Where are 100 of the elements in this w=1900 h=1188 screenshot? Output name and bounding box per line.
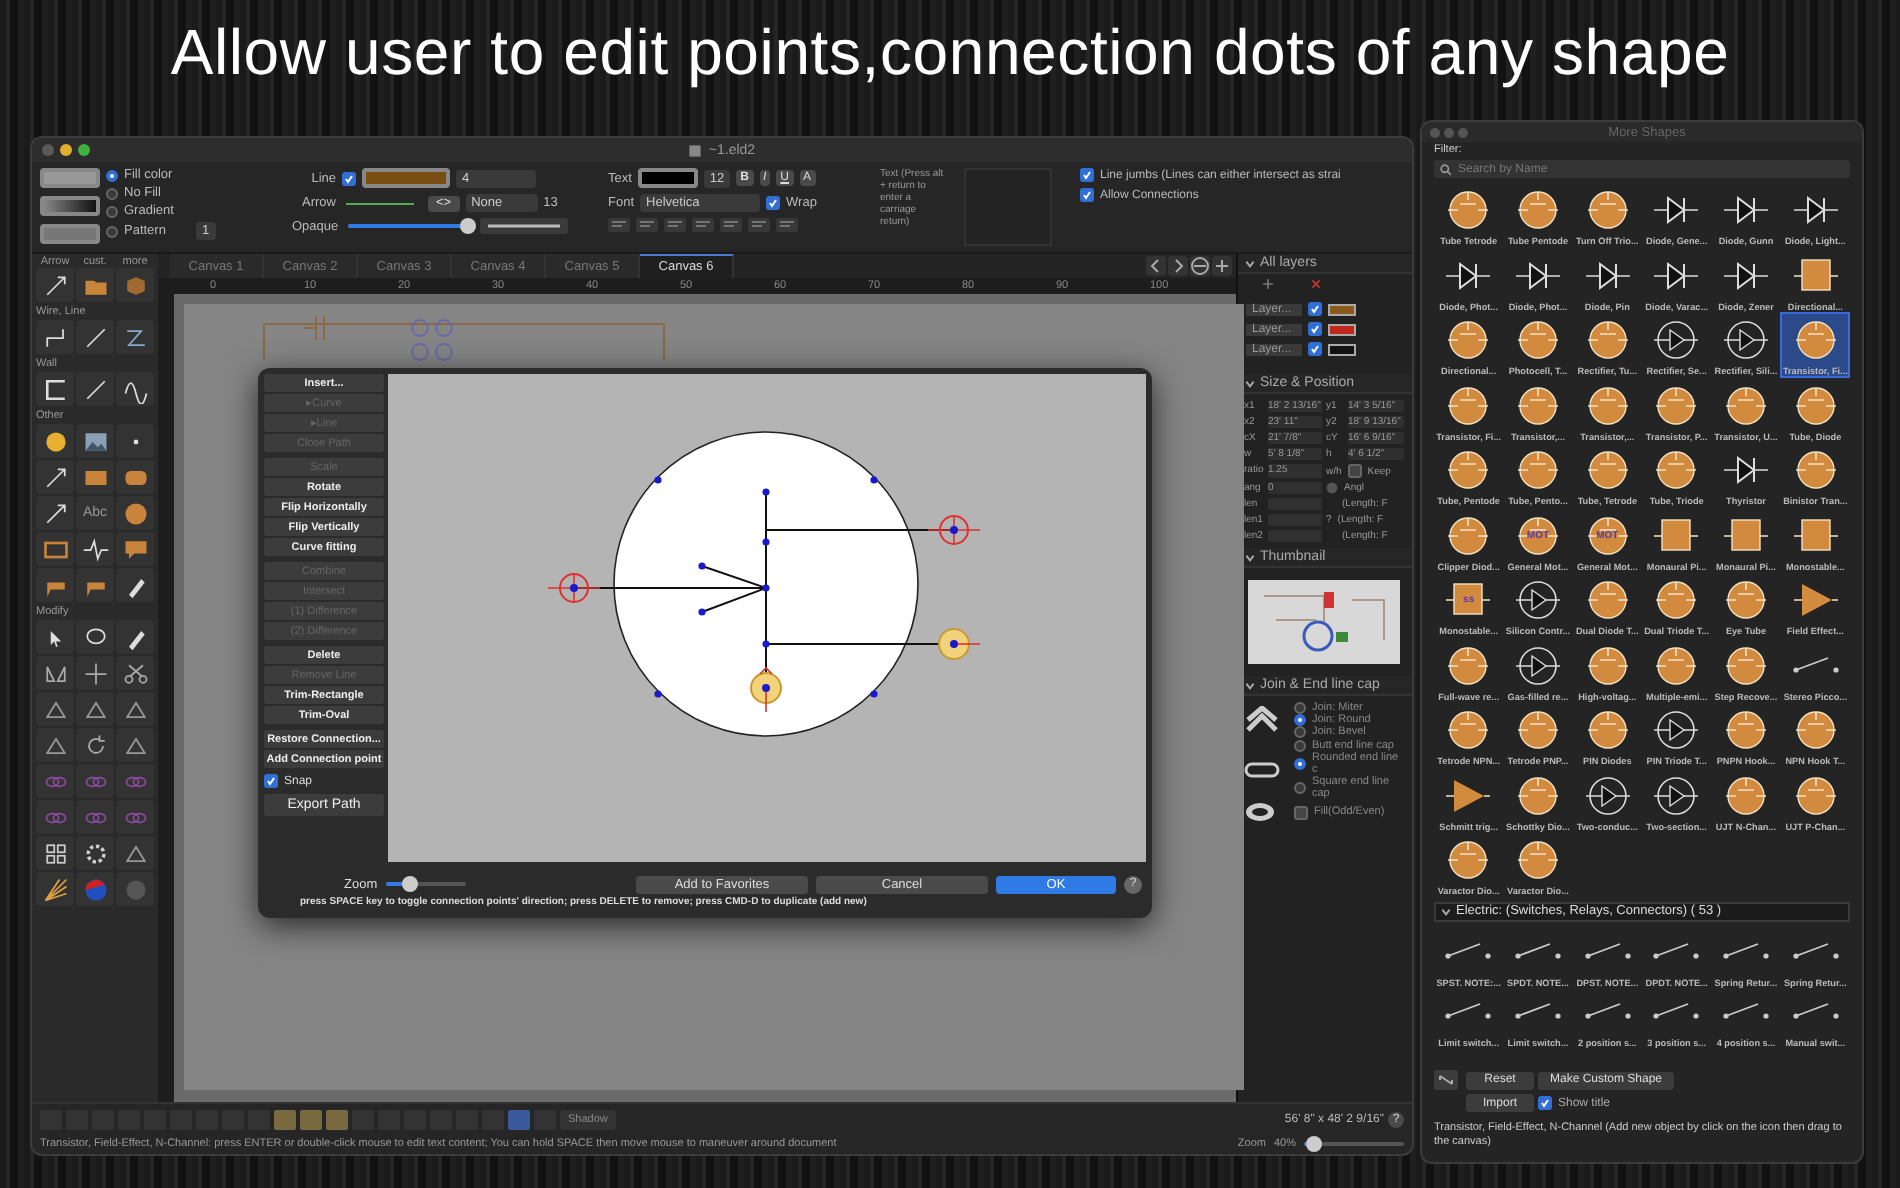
pattern-swatch[interactable] — [40, 224, 100, 244]
toolbar-button[interactable] — [508, 1109, 530, 1129]
radio-button[interactable] — [1294, 782, 1306, 794]
caret-icon[interactable] — [1244, 377, 1256, 389]
line-tool[interactable] — [76, 372, 114, 406]
back-icon[interactable] — [1146, 256, 1166, 276]
radio-button[interactable] — [1294, 758, 1306, 770]
angle-knob[interactable] — [1326, 482, 1338, 494]
lasso-tool[interactable] — [76, 620, 114, 654]
gradient-swatch[interactable] — [40, 196, 100, 216]
zigzag-line-tool[interactable] — [116, 320, 154, 354]
checkbox[interactable] — [342, 171, 356, 185]
align-right-button[interactable] — [664, 218, 686, 232]
delete-layer-icon[interactable] — [1310, 278, 1322, 290]
pen-tool[interactable] — [116, 620, 154, 654]
line-color-swatch[interactable] — [362, 168, 450, 188]
radio-button[interactable] — [106, 205, 118, 217]
checkbox[interactable] — [1308, 342, 1322, 356]
modify-tool[interactable] — [116, 836, 154, 870]
minimize-button[interactable] — [60, 144, 72, 156]
arrow-tool[interactable] — [36, 268, 74, 302]
modify-tool[interactable] — [116, 692, 154, 726]
scissors-tool[interactable] — [116, 656, 154, 690]
layer-color-swatch[interactable] — [1328, 323, 1356, 335]
radio-button[interactable] — [1294, 714, 1306, 726]
gear-icon — [81, 839, 109, 867]
add-layer-icon[interactable] — [1262, 278, 1274, 290]
checkbox[interactable] — [1080, 188, 1094, 202]
align-center-button[interactable] — [636, 218, 658, 232]
checkbox[interactable] — [1294, 805, 1308, 819]
align-left-button[interactable] — [608, 218, 630, 232]
box-tool[interactable] — [116, 268, 154, 302]
line-tool[interactable] — [76, 320, 114, 354]
radio-button[interactable] — [106, 225, 118, 237]
checkbox[interactable] — [1538, 1096, 1552, 1110]
resize-button[interactable] — [1434, 1070, 1458, 1090]
modify-tool[interactable] — [36, 728, 74, 762]
slider-thumb[interactable] — [401, 876, 418, 892]
zoom-button[interactable] — [78, 144, 90, 156]
folder-tool[interactable] — [76, 268, 114, 302]
move-tool[interactable] — [76, 656, 114, 690]
checkbox[interactable] — [1080, 168, 1094, 182]
justify-button[interactable] — [692, 218, 714, 232]
checkbox[interactable] — [1347, 464, 1362, 478]
valign-top-button[interactable] — [720, 218, 742, 232]
slider-thumb[interactable] — [1306, 1136, 1322, 1152]
select-tool[interactable] — [36, 620, 74, 654]
text-color-swatch[interactable] — [637, 168, 698, 188]
layer-color-swatch[interactable] — [1328, 303, 1356, 315]
dot-tool[interactable] — [116, 424, 154, 458]
caret-icon[interactable] — [1244, 679, 1256, 691]
grid-tool[interactable] — [36, 836, 74, 870]
radio-button[interactable] — [106, 187, 118, 199]
fill-color-swatch[interactable] — [40, 168, 100, 188]
dot-icon — [131, 437, 139, 445]
modify-tool[interactable] — [76, 692, 114, 726]
line-style-dropdown[interactable] — [480, 218, 568, 234]
caret-icon[interactable] — [1440, 905, 1452, 917]
transistor-drawing[interactable] — [547, 431, 981, 737]
caret-icon[interactable] — [1244, 257, 1256, 269]
rectangle-tool[interactable] — [76, 460, 114, 494]
checkbox[interactable] — [1308, 322, 1322, 336]
rotate-tool[interactable] — [76, 728, 114, 762]
callout-tool[interactable] — [116, 532, 154, 566]
pen-tool[interactable] — [116, 568, 154, 602]
zoom-out-icon[interactable] — [1190, 256, 1210, 276]
caret-icon[interactable] — [1244, 551, 1256, 563]
radio-button[interactable] — [106, 169, 118, 181]
circle-tool[interactable] — [116, 496, 154, 530]
arrow-tool[interactable] — [36, 496, 74, 530]
toolbar-button[interactable] — [300, 1109, 322, 1129]
checkbox[interactable] — [1308, 302, 1322, 316]
radio-button[interactable] — [1294, 740, 1306, 752]
arrow-tool[interactable] — [36, 460, 74, 494]
grid-icon — [41, 839, 69, 867]
checkbox[interactable] — [766, 196, 781, 210]
layer-color-swatch[interactable] — [1328, 343, 1356, 355]
image-icon — [81, 427, 109, 455]
elbow-line-tool[interactable] — [36, 320, 74, 354]
gear-tool[interactable] — [76, 836, 114, 870]
label-tool[interactable] — [76, 568, 114, 602]
wave-tool[interactable] — [116, 372, 154, 406]
radio-button[interactable] — [1294, 702, 1306, 714]
rounded-rectangle-tool[interactable] — [116, 460, 154, 494]
fan-tool[interactable] — [36, 872, 74, 906]
frame-tool[interactable] — [36, 532, 74, 566]
toolbar-button[interactable] — [326, 1109, 348, 1129]
mirror-tool[interactable] — [36, 656, 74, 690]
add-icon[interactable] — [1212, 256, 1232, 276]
toolbar-button[interactable] — [274, 1109, 296, 1129]
image-tool[interactable] — [76, 424, 114, 458]
bracket-wall-tool[interactable] — [36, 372, 74, 406]
label-tool[interactable] — [36, 568, 74, 602]
forward-icon[interactable] — [1168, 256, 1188, 276]
modify-tool[interactable] — [116, 728, 154, 762]
radio-button[interactable] — [1294, 726, 1306, 738]
modify-tool[interactable] — [36, 692, 74, 726]
checkbox[interactable] — [264, 774, 278, 788]
pulse-line-tool[interactable] — [76, 532, 114, 566]
slider-thumb[interactable] — [460, 218, 476, 234]
